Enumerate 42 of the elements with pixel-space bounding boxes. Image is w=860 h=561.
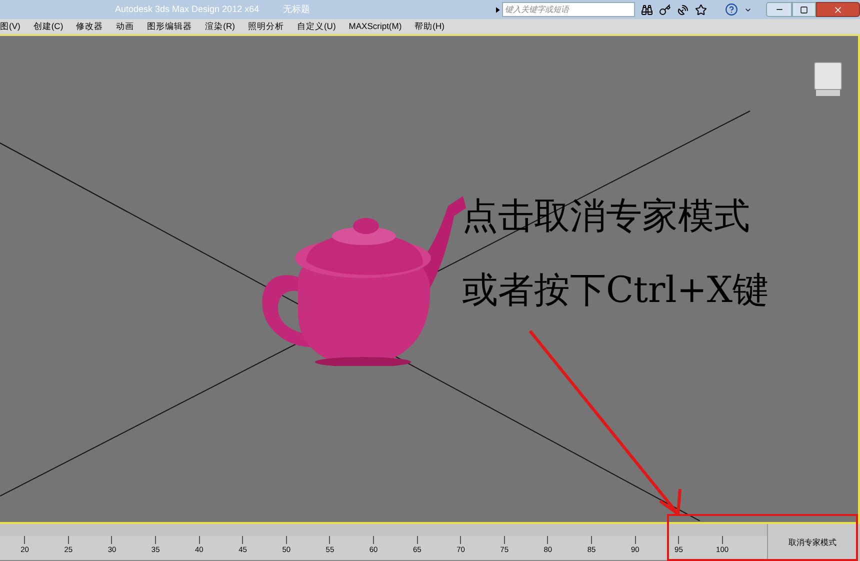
maximize-icon [800, 6, 808, 14]
tick-mark-icon [547, 536, 548, 544]
satellite-dish-icon[interactable] [677, 4, 689, 16]
menu-item[interactable]: MAXScript(M) [348, 20, 402, 33]
menu-item[interactable]: 渲染(R) [205, 20, 235, 33]
binoculars-icon[interactable] [641, 4, 653, 16]
tick-mark-icon [678, 536, 680, 544]
help-icon[interactable] [725, 3, 738, 16]
star-icon[interactable] [695, 4, 707, 16]
menu-item[interactable]: 修改器 [76, 20, 104, 33]
tick-mark-icon [242, 536, 244, 544]
menu-item[interactable]: 创建(C) [33, 20, 64, 33]
menu-item[interactable]: 动画 [116, 20, 134, 33]
window-title: Autodesk 3ds Max Design 2012 x64 [115, 2, 260, 16]
annotation-text: 或者按下Ctrl+X键 [462, 269, 769, 313]
tick-mark-icon [198, 536, 200, 544]
menu-item[interactable]: 图形编辑器 [147, 20, 192, 33]
tick-mark-icon [416, 536, 418, 544]
menu-item[interactable]: 帮助(H) [414, 20, 444, 33]
expand-arrow-icon[interactable] [496, 6, 500, 12]
tick-mark-icon [504, 536, 505, 544]
cancel-expert-mode-button[interactable]: 取消专家模式 [767, 524, 857, 561]
document-title: 无标题 [283, 2, 310, 16]
tick-mark-icon [722, 536, 723, 544]
tick-mark-icon [634, 536, 636, 544]
search-field[interactable]: 键入关键字或短语 [502, 2, 635, 17]
menu-item[interactable]: 照明分析 [248, 20, 284, 33]
tick-mark-icon [286, 536, 287, 544]
close-button[interactable] [816, 2, 860, 17]
menu-item[interactable]: 自定义(U) [296, 20, 336, 33]
tick-mark-icon [155, 536, 156, 544]
tick-mark-icon [111, 536, 112, 544]
maximize-button[interactable] [792, 2, 816, 17]
close-icon [833, 4, 843, 14]
tick-mark-icon [68, 536, 69, 544]
key-icon[interactable] [659, 4, 671, 16]
tick-mark-icon [460, 536, 462, 544]
tick-mark-icon [24, 536, 26, 544]
tick-mark-icon [329, 536, 330, 544]
menu-item[interactable]: 图(V) [0, 20, 20, 33]
tick-mark-icon [373, 536, 374, 544]
tick-mark-icon [591, 536, 592, 544]
